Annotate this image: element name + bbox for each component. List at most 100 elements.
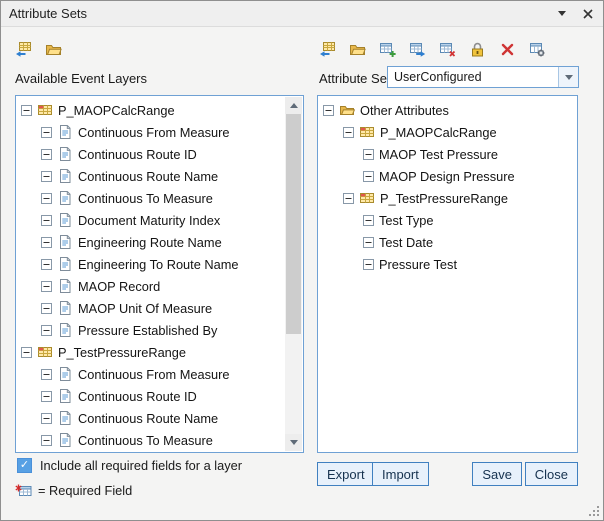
collapse-icon[interactable] xyxy=(41,281,52,292)
collapse-icon[interactable] xyxy=(363,237,374,248)
titlebar[interactable]: Attribute Sets xyxy=(1,1,603,27)
add-event-layer-icon[interactable] xyxy=(318,40,336,58)
tree-item[interactable]: Other Attributes xyxy=(319,99,576,121)
tree-item[interactable]: Engineering To Route Name xyxy=(17,253,284,275)
collapse-icon[interactable] xyxy=(41,237,52,248)
tree-item[interactable]: Pressure Established By xyxy=(17,319,284,341)
tree-item[interactable]: Test Type xyxy=(319,209,576,231)
tree-item[interactable]: MAOP Unit Of Measure xyxy=(17,297,284,319)
doc-icon xyxy=(57,388,73,404)
tree-item[interactable]: Continuous From Measure xyxy=(17,363,284,385)
collapse-icon[interactable] xyxy=(41,259,52,270)
attribute-sets-dialog: Attribute Sets Available Event Layers At… xyxy=(0,0,604,521)
remove-field-icon[interactable] xyxy=(438,40,456,58)
collapse-icon[interactable] xyxy=(41,171,52,182)
tree-item[interactable]: Continuous Route Name xyxy=(17,407,284,429)
collapse-icon[interactable] xyxy=(363,215,374,226)
tree-item[interactable]: Engineering Route Name xyxy=(17,231,284,253)
delete-icon[interactable] xyxy=(498,40,516,58)
doc-icon xyxy=(57,212,73,228)
table-settings-icon[interactable] xyxy=(528,40,546,58)
collapse-icon[interactable] xyxy=(41,149,52,160)
collapse-icon[interactable] xyxy=(21,105,32,116)
collapse-icon[interactable] xyxy=(41,193,52,204)
tree-item[interactable]: Continuous To Measure xyxy=(17,429,284,451)
toolbar-right xyxy=(318,39,546,59)
tree-item[interactable]: P_MAOPCalcRange xyxy=(319,121,576,143)
collapse-icon[interactable] xyxy=(363,171,374,182)
tree-item-label: Test Date xyxy=(379,235,433,250)
scrollbar-thumb[interactable] xyxy=(286,114,301,334)
tree-item-label: Test Type xyxy=(379,213,434,228)
lock-icon[interactable] xyxy=(468,40,486,58)
add-group-icon[interactable] xyxy=(44,40,62,58)
import-button[interactable]: Import xyxy=(372,462,429,486)
add-event-layer-icon[interactable] xyxy=(14,40,32,58)
tree-item-label: Continuous To Measure xyxy=(78,433,213,448)
collapse-icon[interactable] xyxy=(41,303,52,314)
dock-menu-icon[interactable] xyxy=(555,7,569,21)
collapse-icon[interactable] xyxy=(41,215,52,226)
collapse-icon[interactable] xyxy=(41,391,52,402)
collapse-icon[interactable] xyxy=(343,193,354,204)
tree-item[interactable]: Test Date xyxy=(319,231,576,253)
tree-item-label: Continuous To Measure xyxy=(78,191,213,206)
tree-item[interactable]: Continuous Route Name xyxy=(17,165,284,187)
save-button[interactable]: Save xyxy=(472,462,522,486)
collapse-icon[interactable] xyxy=(41,369,52,380)
tree-item-label: P_TestPressureRange xyxy=(380,191,508,206)
collapse-icon[interactable] xyxy=(41,127,52,138)
doc-icon xyxy=(57,146,73,162)
scroll-up-icon[interactable] xyxy=(285,97,302,114)
tree-item-label: Continuous Route Name xyxy=(78,411,218,426)
tree-item[interactable]: MAOP Design Pressure xyxy=(319,165,576,187)
tree-item-label: Continuous Route ID xyxy=(78,389,197,404)
doc-icon xyxy=(57,256,73,272)
export-button[interactable]: Export xyxy=(317,462,375,486)
include-required-checkbox[interactable] xyxy=(17,458,32,473)
collapse-icon[interactable] xyxy=(323,105,334,116)
tree-item-label: Document Maturity Index xyxy=(78,213,220,228)
doc-icon xyxy=(57,124,73,140)
dropdown-arrow-icon[interactable] xyxy=(558,67,578,87)
toolbar-left xyxy=(14,39,62,59)
tree-item[interactable]: MAOP Record xyxy=(17,275,284,297)
tree-item[interactable]: Continuous To Measure xyxy=(17,187,284,209)
resize-grip[interactable] xyxy=(587,504,600,517)
tree-item-label: MAOP Test Pressure xyxy=(379,147,498,162)
add-group-icon[interactable] xyxy=(348,40,366,58)
collapse-icon[interactable] xyxy=(41,325,52,336)
tree-item[interactable]: Document Maturity Index xyxy=(17,209,284,231)
collapse-icon[interactable] xyxy=(343,127,354,138)
tree-item[interactable]: MAOP Test Pressure xyxy=(319,143,576,165)
attribute-set-select[interactable]: UserConfigured xyxy=(387,66,579,88)
tree-item[interactable]: Pressure Test xyxy=(319,253,576,275)
close-icon[interactable] xyxy=(581,7,595,21)
doc-icon xyxy=(57,168,73,184)
doc-icon xyxy=(57,234,73,250)
required-field-legend-row: = Required Field xyxy=(15,483,132,498)
tree-item-label: Engineering To Route Name xyxy=(78,257,239,272)
scroll-down-icon[interactable] xyxy=(285,434,302,451)
tree-item[interactable]: Continuous Route ID xyxy=(17,143,284,165)
tree-item[interactable]: P_TestPressureRange xyxy=(17,341,284,363)
scrollbar[interactable] xyxy=(285,97,302,451)
tree-item[interactable]: P_MAOPCalcRange xyxy=(17,99,284,121)
collapse-icon[interactable] xyxy=(41,413,52,424)
include-required-row: Include all required fields for a layer xyxy=(17,458,242,473)
collapse-icon[interactable] xyxy=(363,149,374,160)
collapse-icon[interactable] xyxy=(363,259,374,270)
collapse-icon[interactable] xyxy=(21,347,32,358)
collapse-icon[interactable] xyxy=(41,435,52,446)
add-selected-fields-icon[interactable] xyxy=(408,40,426,58)
tree-item[interactable]: P_TestPressureRange xyxy=(319,187,576,209)
tree-item-label: Continuous From Measure xyxy=(78,367,230,382)
tree-item[interactable]: Continuous Route ID xyxy=(17,385,284,407)
close-button[interactable]: Close xyxy=(525,462,578,486)
attribute-set-label: Attribute Set: xyxy=(319,71,394,86)
tree-item-label: Pressure Test xyxy=(379,257,457,272)
tree-item[interactable]: Continuous From Measure xyxy=(17,121,284,143)
add-all-fields-icon[interactable] xyxy=(378,40,396,58)
layer-icon xyxy=(37,102,53,118)
doc-icon xyxy=(57,300,73,316)
